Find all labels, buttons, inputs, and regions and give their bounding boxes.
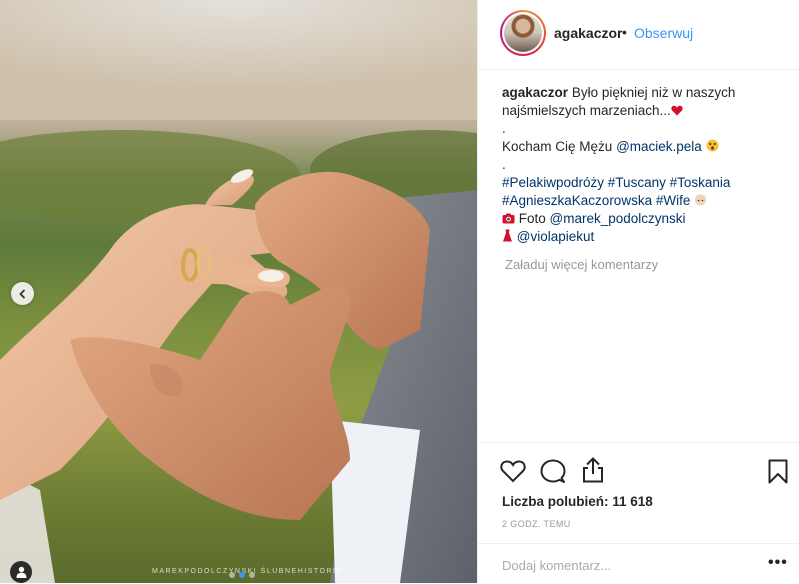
mention-link[interactable]: @violapiekut xyxy=(517,229,595,244)
mention-link[interactable]: @maciek.pela xyxy=(616,139,702,154)
dress-emoji xyxy=(503,229,512,242)
share-button[interactable] xyxy=(581,457,605,488)
caption-text: Było piękniej niż w naszych xyxy=(571,85,736,100)
follow-button[interactable]: Obserwuj xyxy=(634,25,693,41)
bride-emoji xyxy=(695,194,707,206)
hashtags-line[interactable]: #AgnieszkaKaczorowska #Wife xyxy=(502,193,690,208)
avatar[interactable] xyxy=(500,10,546,56)
carousel-dot-active xyxy=(239,572,245,578)
post-photo[interactable]: MAREKPODOLCZYNSKI ŚLUBNEHISTORIE xyxy=(0,0,477,583)
more-options-button[interactable]: ••• xyxy=(768,554,788,572)
comment-icon xyxy=(540,459,566,483)
bookmark-icon xyxy=(768,459,788,484)
carousel-dot xyxy=(229,572,235,578)
caption-text: Kocham Cię Mężu xyxy=(502,139,613,154)
mention-link[interactable]: @marek_podolczynski xyxy=(550,211,686,226)
caption-text: najśmielszych marzeniach... xyxy=(502,103,671,118)
header-separator: • xyxy=(622,24,627,40)
photo-illustration xyxy=(0,0,477,583)
hashtags-line[interactable]: #Pelakiwpodróży #Tuscany #Toskania xyxy=(502,174,772,192)
like-button[interactable] xyxy=(500,459,526,488)
comment-input[interactable] xyxy=(502,558,752,573)
post-actions xyxy=(478,442,799,484)
bookmark-button[interactable] xyxy=(768,459,788,489)
share-icon xyxy=(583,457,603,483)
caption-author[interactable]: agakaczor xyxy=(502,85,568,100)
load-more-comments-button[interactable]: Załaduj więcej komentarzy xyxy=(505,257,658,272)
caption-dot: . xyxy=(502,121,506,136)
caption-dot: . xyxy=(502,157,506,172)
chevron-left-icon xyxy=(18,288,25,299)
carousel-prev-button[interactable] xyxy=(11,282,34,305)
comment-button[interactable] xyxy=(540,459,566,489)
tagged-users-button[interactable] xyxy=(10,561,32,583)
red-heart-emoji xyxy=(671,105,683,116)
username-link[interactable]: agakaczor xyxy=(554,25,622,41)
camera-emoji xyxy=(502,213,515,224)
post-caption: agakaczor Było piękniej niż w naszych na… xyxy=(502,84,772,246)
astonished-face-emoji xyxy=(706,139,719,152)
caption-text: Foto xyxy=(518,211,546,226)
post-timestamp[interactable]: 2 GODZ. TEMU xyxy=(502,519,571,529)
post-side-panel: agakaczor • Obserwuj agakaczor Było pięk… xyxy=(477,0,799,583)
post-header: agakaczor • Obserwuj xyxy=(478,0,799,70)
add-comment-bar: ••• xyxy=(478,543,799,584)
heart-icon xyxy=(500,460,526,483)
carousel-dot xyxy=(249,572,255,578)
carousel-dots xyxy=(229,572,255,578)
user-tag-icon xyxy=(16,566,26,578)
likes-count[interactable]: Liczba polubień: 11 618 xyxy=(502,494,653,509)
